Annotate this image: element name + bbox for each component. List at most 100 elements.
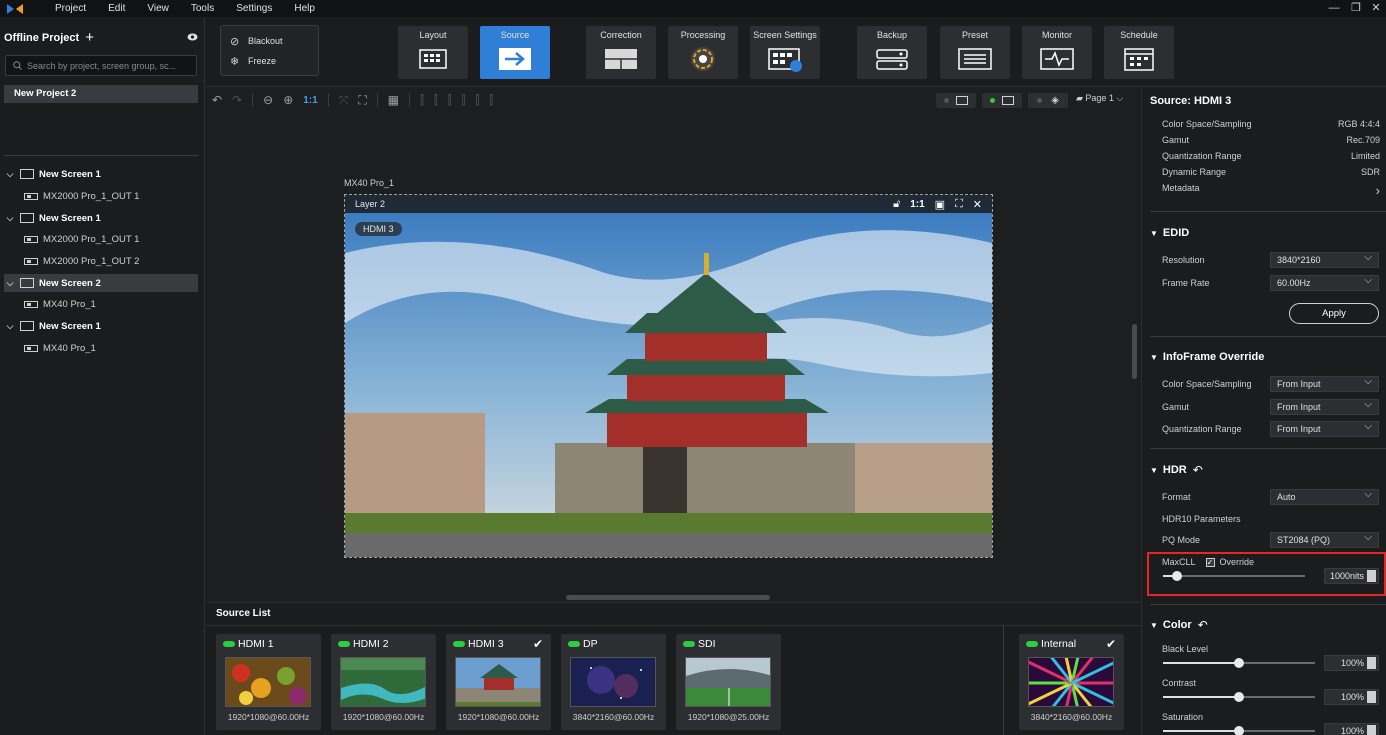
override-checkbox[interactable]: ✓ (1205, 557, 1215, 567)
hdr-section-header[interactable]: ▼ HDR ↶ (1150, 463, 1203, 477)
infoframe-section-header[interactable]: ▼ InfoFrame Override (1150, 351, 1264, 363)
slider-knob[interactable] (1234, 658, 1244, 668)
align-middle-icon[interactable]: ⫿ (475, 93, 479, 108)
tree-device-item[interactable]: MX2000 Pro_1_OUT 1 (4, 230, 198, 248)
fit-icon[interactable]: ⤧ (339, 93, 349, 108)
align-bottom-icon[interactable]: ⫿ (489, 93, 493, 108)
align-left-icon[interactable]: ⫿ (420, 93, 424, 108)
zoom-out-icon[interactable]: ⊖ (263, 93, 273, 107)
preset-button[interactable]: Preset (940, 26, 1010, 79)
black-level-slider[interactable] (1163, 658, 1315, 668)
format-select[interactable]: Auto (1270, 488, 1379, 505)
vertical-scrollbar[interactable] (1132, 324, 1137, 379)
chevron-down-icon[interactable]: ⌵ (4, 321, 16, 332)
spin-arrows-icon[interactable] (1367, 725, 1376, 735)
saturation-slider[interactable] (1163, 726, 1315, 735)
processing-button[interactable]: Processing (668, 26, 738, 79)
tree-screen-item[interactable]: ⌵ New Screen 1 (4, 209, 198, 227)
spin-arrows-icon[interactable] (1367, 691, 1376, 703)
align-center-icon[interactable]: ⫿ (434, 93, 438, 108)
align-right-icon[interactable]: ⫿ (448, 93, 452, 108)
maxcll-spinbox[interactable]: 1000nits (1324, 568, 1379, 584)
contrast-spinbox[interactable]: 100% (1324, 689, 1379, 705)
tree-device-item[interactable]: MX2000 Pro_1_OUT 1 (4, 187, 198, 205)
add-icon[interactable]: + (85, 30, 94, 45)
eye-icon[interactable] (187, 32, 198, 44)
menu-settings[interactable]: Settings (225, 0, 283, 17)
tree-device-item[interactable]: MX40 Pro_1 (4, 339, 198, 357)
source-card[interactable]: HDMI 2 1920*1080@60.00Hz (331, 634, 436, 730)
close-icon[interactable]: ✕ (1366, 0, 1386, 17)
spin-arrows-icon[interactable] (1367, 657, 1376, 669)
project-item[interactable]: New Project 2 (4, 85, 198, 103)
horizontal-scrollbar[interactable] (566, 595, 770, 600)
apply-button[interactable]: Apply (1289, 303, 1379, 324)
menu-help[interactable]: Help (283, 0, 326, 17)
maximize-icon[interactable]: ❐ (1346, 0, 1366, 17)
slider-knob[interactable] (1234, 726, 1244, 735)
source-button[interactable]: Source (480, 26, 550, 79)
tree-screen-item[interactable]: ⌵ New Screen 1 (4, 165, 198, 183)
slider-knob[interactable] (1172, 571, 1182, 581)
view-toggle-2[interactable] (982, 93, 1022, 108)
menu-view[interactable]: View (136, 0, 180, 17)
grid-icon[interactable]: ▦ (388, 93, 399, 107)
resolution-select[interactable]: 3840*2160 (1270, 251, 1379, 268)
zoom-in-icon[interactable]: ⊕ (283, 93, 293, 107)
frame-rate-select[interactable]: 60.00Hz (1270, 274, 1379, 291)
tree-screen-item[interactable]: ⌵ New Screen 2 (4, 274, 198, 292)
layout-button[interactable]: Layout (398, 26, 468, 79)
zoom-1to1-button[interactable]: 1:1 (303, 95, 317, 106)
contrast-slider[interactable] (1163, 692, 1315, 702)
fullscreen-icon[interactable]: ⛶ (955, 198, 963, 211)
edid-section-header[interactable]: ▼ EDID (1150, 227, 1189, 239)
redo-icon[interactable]: ↷ (232, 93, 242, 107)
page-selector[interactable]: ▰ Page 1 ⌵ (1076, 93, 1123, 104)
menu-project[interactable]: Project (44, 0, 97, 17)
minimize-icon[interactable]: — (1324, 0, 1344, 17)
fit-layer-icon[interactable]: ▣ (935, 198, 945, 211)
menu-edit[interactable]: Edit (97, 0, 136, 17)
chevron-down-icon[interactable]: ⌵ (4, 169, 16, 180)
reset-icon[interactable]: ↶ (1198, 618, 1208, 632)
unlock-icon[interactable]: 🔓︎ (893, 198, 900, 211)
view-toggle-1[interactable] (936, 93, 976, 108)
pq-mode-select[interactable]: ST2084 (PQ) (1270, 531, 1379, 548)
close-layer-icon[interactable]: ✕ (973, 198, 982, 211)
tree-screen-item[interactable]: ⌵ New Screen 1 (4, 317, 198, 335)
layer-window[interactable]: Layer 2 🔓︎ 1:1 ▣ ⛶ ✕ HDMI 3 (344, 194, 993, 558)
tree-device-item[interactable]: MX40 Pro_1 (4, 295, 198, 313)
chevron-down-icon[interactable]: ⌵ (4, 213, 16, 224)
info-row[interactable]: Metadata › (1162, 183, 1380, 197)
if-quantization-select[interactable]: From Input (1270, 420, 1379, 437)
spin-arrows-icon[interactable] (1367, 570, 1376, 582)
maxcll-slider[interactable] (1163, 571, 1305, 581)
source-card[interactable]: HDMI 3 ✔ 1920*1080@60.00Hz (446, 634, 551, 730)
monitor-button[interactable]: Monitor (1022, 26, 1092, 79)
reset-icon[interactable]: ↶ (1193, 463, 1203, 477)
view-toggle-3[interactable]: ◈ (1028, 93, 1068, 108)
tree-device-item[interactable]: MX2000 Pro_1_OUT 2 (4, 252, 198, 270)
color-section-header[interactable]: ▼ Color ↶ (1150, 618, 1208, 632)
blackout-button[interactable]: ⊘ Blackout (221, 31, 318, 51)
fit-screen-icon[interactable]: ⛶ (358, 93, 366, 108)
source-card[interactable]: DP 3840*2160@60.00Hz (561, 634, 666, 730)
freeze-button[interactable]: ❄ Freeze (221, 51, 318, 71)
backup-button[interactable]: Backup (857, 26, 927, 79)
screen-settings-button[interactable]: Screen Settings (750, 26, 820, 79)
slider-knob[interactable] (1234, 692, 1244, 702)
project-search-input[interactable]: Search by project, screen group, sc... (5, 55, 197, 76)
saturation-spinbox[interactable]: 100% (1324, 723, 1379, 735)
align-top-icon[interactable]: ⫿ (462, 93, 466, 108)
chevron-down-icon[interactable]: ⌵ (4, 278, 16, 289)
source-card[interactable]: HDMI 1 1920*1080@60.00Hz (216, 634, 321, 730)
menu-tools[interactable]: Tools (180, 0, 225, 17)
undo-icon[interactable]: ↶ (212, 93, 222, 107)
schedule-button[interactable]: Schedule (1104, 26, 1174, 79)
internal-source-card[interactable]: Internal ✔ 3840*2160@60.00Hz (1019, 634, 1124, 730)
layer-1to1-button[interactable]: 1:1 (910, 199, 924, 210)
source-card[interactable]: SDI 1920*1080@25.00Hz (676, 634, 781, 730)
black-level-spinbox[interactable]: 100% (1324, 655, 1379, 671)
if-color-space-select[interactable]: From Input (1270, 375, 1379, 392)
correction-button[interactable]: Correction (586, 26, 656, 79)
